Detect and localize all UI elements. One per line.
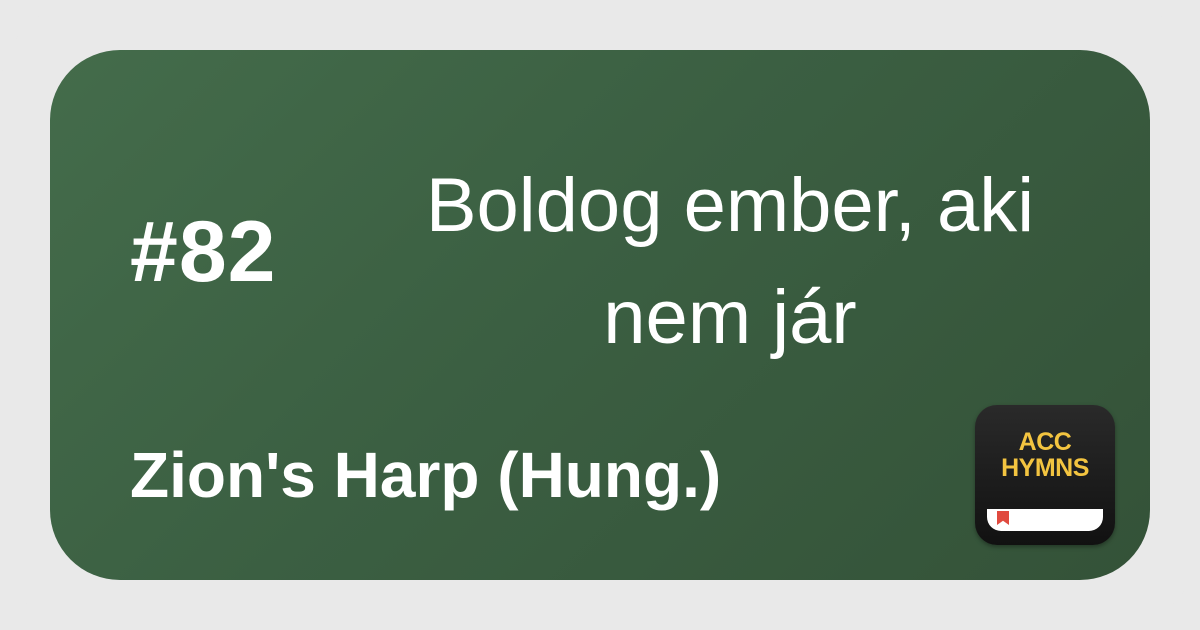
acc-hymns-logo: ACC HYMNS bbox=[975, 405, 1115, 545]
logo-line-1: ACC bbox=[1018, 428, 1072, 456]
page-frame: #82 Boldog ember, aki nem jár Zion's Har… bbox=[0, 0, 1200, 630]
hymn-number: #82 bbox=[130, 204, 277, 300]
logo-wordmark: ACC HYMNS bbox=[975, 429, 1115, 481]
logo-line-2: HYMNS bbox=[1001, 454, 1089, 482]
hymn-title: Boldog ember, aki nem jár bbox=[425, 163, 1035, 360]
hymn-card: #82 Boldog ember, aki nem jár Zion's Har… bbox=[50, 50, 1150, 580]
hymnal-name: Zion's Harp (Hung.) bbox=[130, 439, 722, 511]
